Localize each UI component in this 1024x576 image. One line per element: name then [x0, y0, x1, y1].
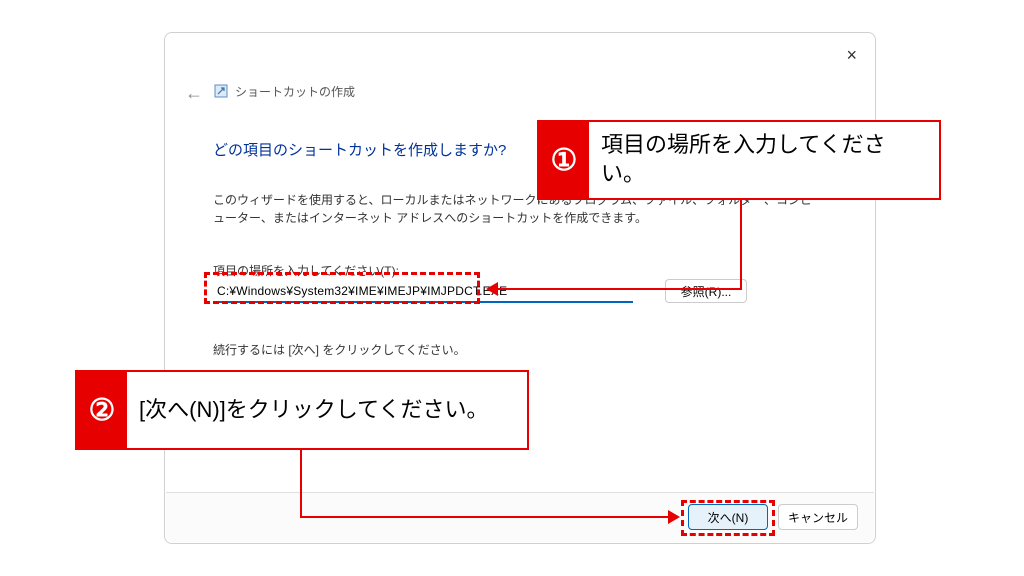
path-field-label: 項目の場所を入力してください(T):	[213, 262, 399, 279]
close-icon[interactable]: ×	[846, 45, 857, 66]
arrow-2-head	[668, 510, 680, 524]
annotation-step-1: ① 項目の場所を入力してください。	[537, 120, 941, 200]
path-input[interactable]	[213, 281, 633, 303]
continue-instruction: 続行するには [次へ] をクリックしてください。	[213, 341, 466, 358]
annotation-text-2: [次へ(N)]をクリックしてください。	[127, 392, 500, 429]
back-arrow-icon[interactable]: ←	[185, 83, 203, 104]
arrow-1-head	[486, 282, 498, 296]
annotation-badge-1: ①	[539, 122, 589, 198]
wizard-heading: どの項目のショートカットを作成しますか?	[213, 139, 506, 160]
annotation-badge-2: ②	[77, 372, 127, 448]
browse-button[interactable]: 参照(R)...	[665, 279, 747, 303]
next-button[interactable]: 次へ(N)	[688, 504, 768, 530]
annotation-step-2: ② [次へ(N)]をクリックしてください。	[75, 370, 529, 450]
arrow-2-vertical	[300, 450, 302, 518]
annotation-text-1: 項目の場所を入力してください。	[589, 127, 939, 192]
dialog-title: ショートカットの作成	[235, 83, 355, 100]
arrow-2-horizontal	[300, 516, 668, 518]
arrow-1-horizontal	[498, 288, 742, 290]
arrow-1-vertical	[740, 200, 742, 290]
shortcut-icon	[213, 83, 229, 99]
cancel-button[interactable]: キャンセル	[778, 504, 858, 530]
